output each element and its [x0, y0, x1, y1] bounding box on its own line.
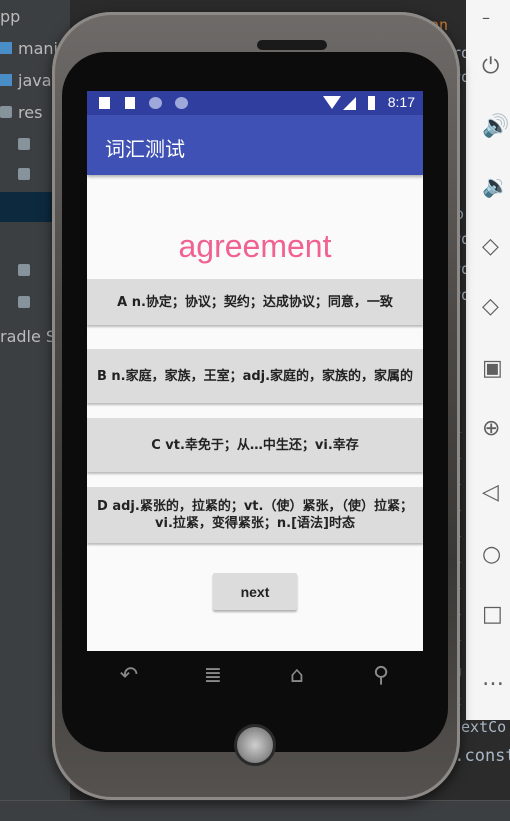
option-label: vi.拉紧，变得紧张；n.[语法]时态 — [155, 516, 355, 531]
tree-item-manifests[interactable]: mani — [0, 34, 58, 62]
folder-icon — [0, 74, 12, 86]
notification-dot-icon — [149, 97, 162, 109]
phone-home-button[interactable] — [234, 724, 276, 766]
tree-item-res[interactable]: res — [0, 98, 42, 126]
app-title: 词汇测试 — [105, 137, 185, 161]
app-screen: 8:17 词汇测试 agreement A n.协定；协议；契约；达成协议；同意… — [87, 91, 423, 651]
option-label: A n.协定；协议；契约；达成协议；同意，一致 — [117, 294, 393, 310]
notification-a-icon — [99, 97, 110, 109]
minimize-icon[interactable]: – — [482, 8, 490, 27]
zoom-in-icon[interactable]: ⊕ — [482, 414, 510, 444]
battery-icon — [368, 96, 375, 110]
home-icon[interactable]: ○ — [482, 540, 510, 570]
option-label: B n.家庭，家族，王室；adj.家庭的，家族的，家属的 — [96, 368, 414, 384]
volume-down-icon[interactable]: 🔉 — [482, 172, 510, 202]
tree-item-folder-2[interactable] — [18, 160, 36, 188]
sd-card-icon — [125, 97, 135, 109]
desktop: pp mani java res radle S on ro ro o ro r… — [0, 0, 510, 821]
volume-up-icon[interactable]: 🔊 — [482, 112, 510, 142]
folder-icon — [18, 168, 30, 180]
status-bar: 8:17 — [87, 91, 423, 115]
folder-icon — [0, 106, 12, 118]
tree-item-app[interactable]: pp — [0, 2, 20, 30]
next-button[interactable]: next — [213, 573, 297, 610]
camera-icon[interactable]: ▣ — [482, 354, 510, 384]
home-outline-icon[interactable]: ⌂ — [277, 663, 317, 688]
folder-icon — [18, 264, 30, 276]
wifi-icon — [323, 96, 341, 109]
tree-item-label: res — [18, 102, 43, 122]
notification-dot-icon — [175, 97, 188, 109]
tree-item-label: mani — [18, 38, 58, 58]
option-b-button[interactable]: B n.家庭，家族，王室；adj.家庭的，家族的，家属的 — [87, 349, 423, 403]
back-icon[interactable]: ◁ — [482, 478, 510, 508]
signal-icon — [343, 97, 356, 110]
folder-icon — [18, 138, 30, 150]
ide-status-bar — [0, 800, 510, 821]
tree-item-gradle-scripts[interactable]: radle S — [0, 322, 56, 350]
tree-item-folder-4[interactable] — [18, 288, 36, 316]
back-arrow-icon[interactable]: ↶ — [109, 663, 149, 688]
tree-item-label: pp — [0, 6, 21, 26]
tree-item-label: java — [18, 70, 52, 90]
power-icon[interactable]: ⏻ — [482, 52, 510, 82]
status-time: 8:17 — [387, 94, 415, 110]
rotate-left-icon[interactable]: ◇ — [482, 232, 510, 262]
phone-nav-bar: ↶ ≣ ⌂ ⚲ — [87, 651, 423, 699]
tree-item-label: radle S — [0, 326, 57, 346]
option-c-button[interactable]: C vt.幸免于；从…中生还；vi.幸存 — [87, 418, 423, 472]
tree-item-java[interactable]: java — [0, 66, 52, 94]
menu-icon[interactable]: ≣ — [193, 663, 233, 688]
speaker-grille — [257, 40, 327, 50]
tree-item-folder-3[interactable] — [18, 256, 36, 284]
option-d-button[interactable]: D adj.紧张的，拉紧的；vt.（使）紧张，（使）拉紧； vi.拉紧，变得紧张… — [87, 487, 423, 543]
code-fragment: textCo — [452, 718, 507, 736]
option-label: C vt.幸免于；从…中生还；vi.幸存 — [151, 437, 359, 453]
option-label: D adj.紧张的，拉紧的；vt.（使）紧张，（使）拉紧； — [97, 499, 413, 514]
quiz-word: agreement — [178, 228, 332, 264]
option-a-button[interactable]: A n.协定；协议；契约；达成协议；同意，一致 — [87, 279, 423, 325]
rotate-right-icon[interactable]: ◇ — [482, 292, 510, 322]
search-icon[interactable]: ⚲ — [361, 663, 401, 688]
folder-icon — [18, 296, 30, 308]
app-bar: 词汇测试 — [87, 115, 423, 175]
more-icon[interactable]: … — [482, 664, 510, 694]
tree-item-folder-1[interactable] — [18, 130, 36, 158]
folder-icon — [0, 42, 12, 54]
overview-icon[interactable]: □ — [482, 600, 510, 630]
